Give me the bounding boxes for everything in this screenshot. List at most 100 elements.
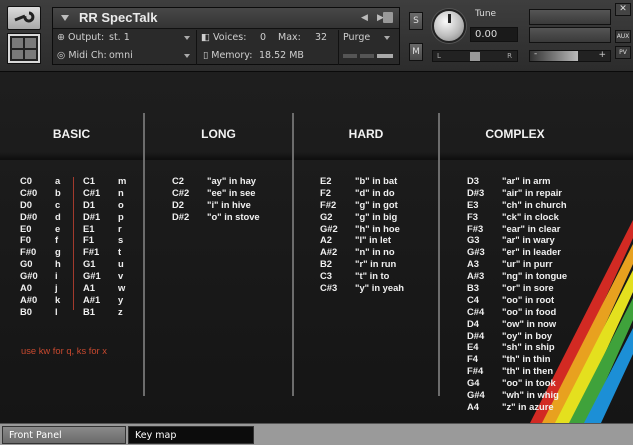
max-label: Max: xyxy=(278,32,301,43)
phoneme-label: "air" in repair xyxy=(502,186,562,198)
volume-slider[interactable]: - + xyxy=(529,49,611,62)
note-name: C#0 xyxy=(20,186,38,198)
level-meter-right xyxy=(529,27,611,43)
output-row: ⊕ Output: st. 1 ◧ Voices: 0 Max: 32 Purg… xyxy=(53,30,399,47)
note-name: F3 xyxy=(467,210,478,222)
note-name: F#0 xyxy=(20,246,37,258)
phoneme-label: "y" in yeah xyxy=(355,282,405,294)
note-name: C2 xyxy=(172,175,184,186)
column-title-complex: COMPLEX xyxy=(485,127,545,141)
note-name: F#4 xyxy=(467,365,484,377)
note-name: D4 xyxy=(467,317,479,329)
voices-value: 0 xyxy=(260,32,267,43)
phoneme-label: r xyxy=(118,222,122,234)
close-icon[interactable]: ✕ xyxy=(615,3,631,16)
phoneme-label: "ck" in clock xyxy=(502,210,559,222)
note-name: G2 xyxy=(320,210,333,222)
note-name: E0 xyxy=(20,222,32,234)
phoneme-label: f xyxy=(55,234,59,246)
collapse-arrow-icon[interactable] xyxy=(61,15,69,21)
mute-button[interactable]: M xyxy=(409,43,423,61)
phoneme-label: "oo" in food xyxy=(502,305,557,317)
column-divider xyxy=(143,113,145,396)
phoneme-label: y xyxy=(118,293,124,305)
note-name: E1 xyxy=(83,222,95,234)
phoneme-label: "th" in then xyxy=(502,365,554,377)
pan-handle[interactable] xyxy=(470,52,480,61)
column-divider xyxy=(292,113,294,396)
phoneme-label: "ch" in church xyxy=(502,198,567,210)
note-name: F#3 xyxy=(467,222,484,234)
phoneme-label: "b" in bat xyxy=(355,175,398,186)
purge-dropdown-icon[interactable] xyxy=(384,36,390,40)
phoneme-label: v xyxy=(118,270,124,282)
level-meter-left xyxy=(529,9,611,25)
phoneme-label: j xyxy=(55,282,58,294)
phoneme-label: "wh" in whig xyxy=(502,389,559,401)
midi-channel-select[interactable]: omni xyxy=(109,50,133,61)
note-name: A#1 xyxy=(83,293,101,305)
note-name: A0 xyxy=(20,282,32,294)
note-name: C1 xyxy=(83,175,95,186)
note-name: D3 xyxy=(467,175,479,186)
camera-icon[interactable] xyxy=(383,12,393,23)
solo-button[interactable]: S xyxy=(409,12,423,30)
wrench-icon[interactable] xyxy=(7,6,41,30)
phoneme-label: "er" in leader xyxy=(502,246,561,258)
note-name: A3 xyxy=(467,258,479,270)
instrument-name[interactable]: RR SpecTalk xyxy=(79,10,158,25)
note-name: G#2 xyxy=(320,222,338,234)
phoneme-label: "o" in stove xyxy=(207,210,260,222)
tab-key-map[interactable]: Key map xyxy=(128,426,254,444)
purge-button[interactable]: Purge xyxy=(343,32,370,43)
note-name: C4 xyxy=(467,293,479,305)
phoneme-label: "ear" in clear xyxy=(502,222,561,234)
volume-minus: - xyxy=(534,49,538,59)
output-select[interactable]: st. 1 xyxy=(109,32,130,43)
note-name: C#2 xyxy=(172,186,190,198)
midi-dropdown-icon[interactable] xyxy=(184,54,190,58)
phoneme-label: d xyxy=(55,210,61,222)
bottom-tab-bar: Front Panel Key map xyxy=(0,423,633,445)
note-name: A1 xyxy=(83,282,95,294)
phoneme-label: "i" in hive xyxy=(207,198,251,210)
tab-front-panel[interactable]: Front Panel xyxy=(2,426,126,444)
note-name: C0 xyxy=(20,175,32,186)
phoneme-label: m xyxy=(118,175,127,186)
note-name: G1 xyxy=(83,258,96,270)
phoneme-label: t xyxy=(118,246,122,258)
tune-value[interactable]: 0.00 xyxy=(470,27,518,42)
phoneme-label: c xyxy=(55,198,61,210)
pan-slider[interactable]: L R xyxy=(432,50,518,62)
note-name: D0 xyxy=(20,198,32,210)
phoneme-label: "oo" in took xyxy=(502,377,556,389)
phoneme-label: "ng" in tongue xyxy=(502,270,568,282)
phoneme-label: k xyxy=(55,293,61,305)
note-name: F4 xyxy=(467,353,478,365)
phoneme-label: "oy" in boy xyxy=(502,329,553,341)
note-name: D2 xyxy=(172,198,184,210)
phoneme-label: o xyxy=(118,198,124,210)
note-name: F0 xyxy=(20,234,31,246)
volume-plus: + xyxy=(598,50,606,60)
note-name: A#2 xyxy=(320,246,338,258)
instrument-title-panel: RR SpecTalk ◀ ▶ ⊕ Output: st. 1 ◧ Voices… xyxy=(52,7,400,65)
phoneme-label: "ow" in now xyxy=(502,317,557,329)
note-name: F2 xyxy=(320,186,331,198)
tune-knob[interactable] xyxy=(432,9,466,43)
aux-button[interactable]: AUX xyxy=(615,30,631,43)
phoneme-label: "g" in got xyxy=(355,198,398,210)
output-label: ⊕ Output: xyxy=(57,32,105,43)
phoneme-label: "h" in hoe xyxy=(355,222,400,234)
note-name: A4 xyxy=(467,400,479,412)
phoneme-label: l xyxy=(55,305,58,317)
max-voices-value[interactable]: 32 xyxy=(315,32,327,43)
phoneme-label: "t" in to xyxy=(355,270,390,282)
prev-instrument-icon[interactable]: ◀ xyxy=(361,13,368,23)
pv-button[interactable]: PV xyxy=(615,46,631,59)
phoneme-label: "n" in no xyxy=(355,246,395,258)
phoneme-label: b xyxy=(55,186,61,198)
note-name: D#2 xyxy=(172,210,190,222)
output-dropdown-icon[interactable] xyxy=(184,36,190,40)
phoneme-label: "z" in azure xyxy=(502,400,554,412)
